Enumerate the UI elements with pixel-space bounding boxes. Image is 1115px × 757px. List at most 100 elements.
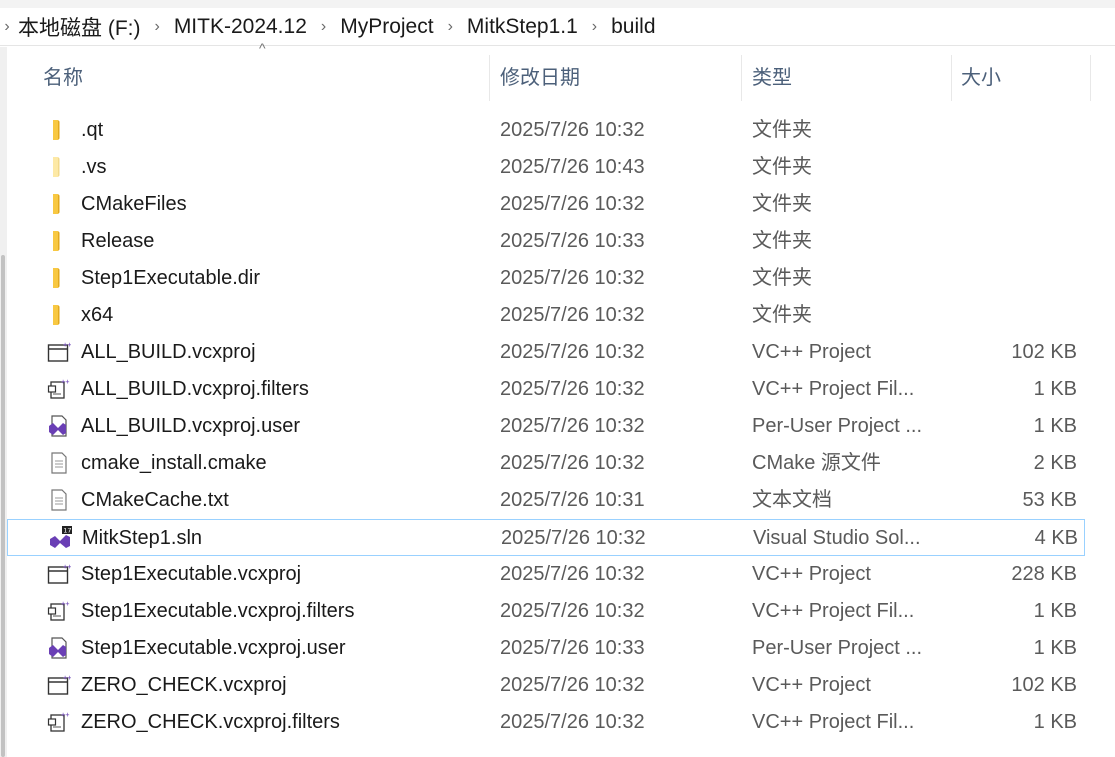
file-icon-cell xyxy=(47,482,71,519)
breadcrumb-item-mitkstep[interactable]: MitkStep1.1 xyxy=(465,15,580,39)
hidden-folder-icon xyxy=(47,155,71,179)
file-row[interactable]: Step1Executable.dir 2025/7/26 10:32 文件夹 xyxy=(7,260,1085,297)
breadcrumb-item-build[interactable]: build xyxy=(609,15,657,39)
file-size xyxy=(957,297,1077,334)
breadcrumb-overflow-chevron-icon[interactable]: › xyxy=(0,18,14,36)
file-name: Release xyxy=(81,230,155,252)
file-modified-date: 2025/7/26 10:32 xyxy=(500,415,645,437)
vcxproj-filters-icon: ++ xyxy=(47,599,71,623)
file-type: VC++ Project xyxy=(752,341,871,363)
column-header-modified[interactable]: 修改日期 xyxy=(500,47,740,103)
file-icon-cell: ++ xyxy=(47,667,71,704)
file-row[interactable]: x64 2025/7/26 10:32 文件夹 xyxy=(7,297,1085,334)
file-row[interactable]: CMakeCache.txt 2025/7/26 10:31 文本文档 53 KB xyxy=(7,482,1085,519)
file-row[interactable]: ++ ZERO_CHECK.vcxproj 2025/7/26 10:32 VC++ … xyxy=(7,667,1085,704)
folder-icon xyxy=(47,118,71,142)
file-row[interactable]: ++ ZERO_CHECK.vcxproj.filters 2025/7/26 10… xyxy=(7,704,1085,741)
file-name: MitkStep1.sln xyxy=(82,527,203,549)
file-icon-cell xyxy=(47,408,71,445)
vcxproj-icon: ++ xyxy=(47,340,71,364)
file-modified-date: 2025/7/26 10:32 xyxy=(500,267,645,289)
breadcrumb-separator-icon[interactable]: › xyxy=(592,18,597,36)
file-size xyxy=(957,223,1077,260)
breadcrumb-separator-icon[interactable]: › xyxy=(448,18,453,36)
file-size: 1 KB xyxy=(1033,637,1077,659)
file-icon-cell xyxy=(47,149,71,186)
file-row[interactable]: cmake_install.cmake 2025/7/26 10:32 CMake … xyxy=(7,445,1085,482)
file-row[interactable]: ++ ALL_BUILD.vcxproj.filters 2025/7/26 10:… xyxy=(7,371,1085,408)
file-name: Step1Executable.vcxproj.user xyxy=(81,637,346,659)
file-icon-cell: 17 xyxy=(48,520,72,557)
vcxproj-filters-icon: ++ xyxy=(47,710,71,734)
window-top-strip xyxy=(0,0,1115,8)
file-type: VC++ Project xyxy=(752,674,871,696)
navigation-pane-scrollbar[interactable] xyxy=(0,47,7,757)
column-header-size[interactable]: 大小 xyxy=(961,47,1089,103)
file-modified-date: 2025/7/26 10:31 xyxy=(500,489,645,511)
file-type: 文件夹 xyxy=(752,230,812,252)
vcxproj-filters-icon: ++ xyxy=(47,377,71,401)
file-icon-cell: ++ xyxy=(47,556,71,593)
file-type: VC++ Project Fil... xyxy=(752,600,915,622)
file-modified-date: 2025/7/26 10:32 xyxy=(500,452,645,474)
file-modified-date: 2025/7/26 10:32 xyxy=(500,674,645,696)
file-size: 102 KB xyxy=(1011,341,1077,363)
svg-text:++: ++ xyxy=(63,341,71,349)
file-size xyxy=(957,260,1077,297)
file-size: 1 KB xyxy=(1033,415,1077,437)
file-name: cmake_install.cmake xyxy=(81,452,267,474)
file-modified-date: 2025/7/26 10:32 xyxy=(501,527,646,549)
file-row[interactable]: ++ Step1Executable.vcxproj 2025/7/26 10:32… xyxy=(7,556,1085,593)
folder-icon xyxy=(47,229,71,253)
file-row[interactable]: ALL_BUILD.vcxproj.user 2025/7/26 10:32 Per… xyxy=(7,408,1085,445)
vcxproj-icon: ++ xyxy=(47,562,71,586)
file-type: VC++ Project Fil... xyxy=(752,378,915,400)
file-type: 文件夹 xyxy=(752,119,812,141)
breadcrumb-item-myproject[interactable]: MyProject xyxy=(338,15,435,39)
svg-text:++: ++ xyxy=(61,600,69,608)
file-row[interactable]: .qt 2025/7/26 10:32 文件夹 xyxy=(7,112,1085,149)
file-modified-date: 2025/7/26 10:32 xyxy=(500,304,645,326)
file-name: ZERO_CHECK.vcxproj.filters xyxy=(81,711,340,733)
file-size: 53 KB xyxy=(1022,489,1077,511)
vcxproj-icon: ++ xyxy=(47,673,71,697)
breadcrumb-item-mitk[interactable]: MITK-2024.12 xyxy=(172,15,309,39)
file-size: 1 KB xyxy=(1033,378,1077,400)
breadcrumb-separator-icon[interactable]: › xyxy=(154,18,159,36)
breadcrumb-item-drive[interactable]: 本地磁盘 (F:) xyxy=(16,12,142,42)
column-divider[interactable] xyxy=(1090,55,1091,101)
column-divider[interactable] xyxy=(489,55,490,101)
file-row[interactable]: Release 2025/7/26 10:33 文件夹 xyxy=(7,223,1085,260)
file-modified-date: 2025/7/26 10:33 xyxy=(500,637,645,659)
column-divider[interactable] xyxy=(741,55,742,101)
file-type: Per-User Project ... xyxy=(752,637,923,659)
column-header-type[interactable]: 类型 xyxy=(752,47,950,103)
breadcrumb[interactable]: › 本地磁盘 (F:) › MITK-2024.12 › MyProject ›… xyxy=(0,8,1115,46)
file-row[interactable]: ++ Step1Executable.vcxproj.filters 2025/7/… xyxy=(7,593,1085,630)
file-row[interactable]: 17 MitkStep1.sln 2025/7/26 10:32 Visual Stu… xyxy=(7,519,1085,556)
file-name: ALL_BUILD.vcxproj.filters xyxy=(81,378,309,400)
vs-user-file-icon xyxy=(47,636,71,660)
scrollbar-thumb[interactable] xyxy=(1,255,5,757)
file-name: ZERO_CHECK.vcxproj xyxy=(81,674,287,696)
file-type: Visual Studio Sol... xyxy=(753,527,921,549)
svg-text:++: ++ xyxy=(63,563,71,571)
file-row[interactable]: .vs 2025/7/26 10:43 文件夹 xyxy=(7,149,1085,186)
column-header-name[interactable]: 名称 xyxy=(43,47,489,103)
file-row[interactable]: ++ ALL_BUILD.vcxproj 2025/7/26 10:32 VC++ P… xyxy=(7,334,1085,371)
column-divider[interactable] xyxy=(951,55,952,101)
breadcrumb-separator-icon[interactable]: › xyxy=(321,18,326,36)
file-size xyxy=(957,149,1077,186)
visual-studio-solution-icon: 17 xyxy=(48,526,72,550)
file-type: 文件夹 xyxy=(752,304,812,326)
folder-icon xyxy=(47,303,71,327)
file-name: .qt xyxy=(81,119,104,141)
file-row[interactable]: CMakeFiles 2025/7/26 10:32 文件夹 xyxy=(7,186,1085,223)
file-modified-date: 2025/7/26 10:32 xyxy=(500,711,645,733)
file-icon-cell: ++ xyxy=(47,704,71,741)
file-type: 文件夹 xyxy=(752,193,812,215)
file-icon-cell xyxy=(47,630,71,667)
folder-icon xyxy=(47,192,71,216)
file-row[interactable]: Step1Executable.vcxproj.user 2025/7/26 10… xyxy=(7,630,1085,667)
file-type: 文件夹 xyxy=(752,267,812,289)
